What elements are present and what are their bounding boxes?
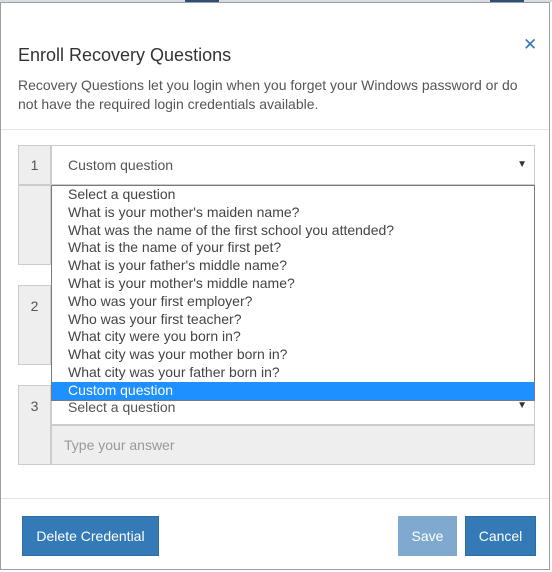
dropdown-option[interactable]: What is your father's middle name? [52, 257, 534, 275]
dropdown-option[interactable]: Who was your first employer? [52, 293, 534, 311]
dropdown-option[interactable]: What city was your father born in? [52, 364, 534, 382]
chevron-down-icon: ▼ [517, 400, 527, 411]
dropdown-option[interactable]: Custom question [52, 381, 534, 400]
dropdown-option[interactable]: Who was your first teacher? [52, 311, 534, 329]
chevron-down-icon: ▼ [517, 159, 527, 170]
question-3-selected: Select a question [68, 399, 176, 415]
cancel-button[interactable]: Cancel [465, 516, 536, 556]
dialog-title: Enroll Recovery Questions [18, 45, 232, 65]
question-number: 3 [18, 385, 51, 465]
question-number-cell [18, 185, 51, 265]
dropdown-option[interactable]: What city was your mother born in? [52, 346, 534, 364]
save-button[interactable]: Save [398, 516, 457, 556]
dropdown-option[interactable]: What is the name of your first pet? [52, 239, 534, 257]
question-3-answer-field[interactable]: Type your answer [51, 425, 535, 465]
answer-placeholder: Type your answer [64, 437, 175, 453]
enroll-recovery-dialog: Enroll Recovery Questions ✕ Recovery Que… [0, 2, 550, 570]
footer-divider [1, 498, 549, 499]
dialog-header: Enroll Recovery Questions ✕ Recovery Que… [1, 3, 549, 130]
dialog-description: Recovery Questions let you login when yo… [18, 77, 518, 112]
dropdown-option[interactable]: What is your mother's maiden name? [52, 204, 534, 222]
close-icon[interactable]: ✕ [523, 36, 537, 53]
dropdown-option[interactable]: What was the name of the first school yo… [52, 222, 534, 240]
dropdown-option[interactable]: What city were you born in? [52, 328, 534, 346]
question-1-selected: Custom question [68, 157, 174, 173]
question-dropdown-list[interactable]: Select a question What is your mother's m… [51, 185, 535, 401]
question-number: 2 [18, 285, 51, 365]
dropdown-option[interactable]: Select a question [52, 186, 534, 204]
delete-credential-button[interactable]: Delete Credential [22, 516, 159, 556]
question-number: 1 [18, 145, 51, 185]
question-1-select[interactable]: Custom question ▼ [51, 145, 535, 185]
dropdown-option[interactable]: What is your mother's middle name? [52, 275, 534, 293]
